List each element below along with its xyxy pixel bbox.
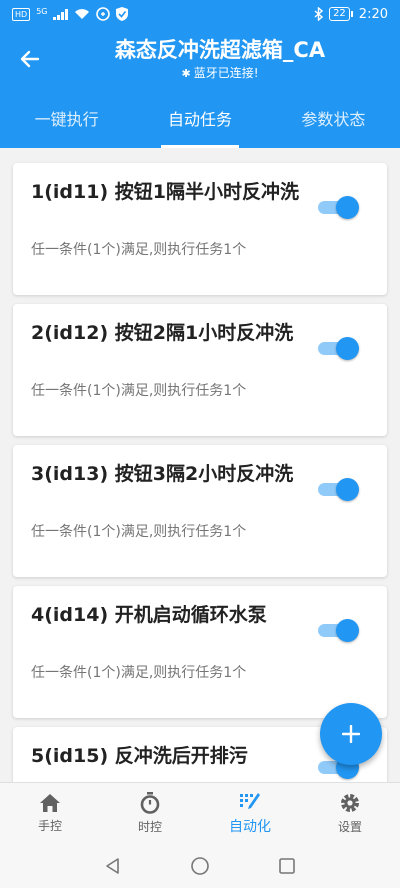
task-subtitle: 任一条件(1个)满足,则执行任务1个 [31, 524, 247, 540]
nav-label: 时控 [137, 820, 162, 834]
task-title: 2(id12) 按钮2隔1小时反冲洗 [31, 322, 294, 344]
connection-status-text: 蓝牙已连接! [193, 66, 259, 80]
tab-one-click[interactable]: 一键执行 [0, 88, 133, 148]
tab-param-status[interactable]: 参数状态 [267, 88, 400, 148]
arrow-left-icon [20, 50, 40, 68]
nav-settings[interactable]: 设置 [300, 783, 400, 844]
task-toggle[interactable] [318, 477, 359, 501]
gear-icon [341, 794, 359, 812]
nav-label: 手控 [37, 819, 62, 833]
bluetooth-icon: ✱ [181, 67, 191, 80]
task-title: 5(id15) 反冲洗后开排污 [31, 745, 248, 767]
network-label: 5G [36, 6, 48, 16]
task-title: 3(id13) 按钮3隔2小时反冲洗 [31, 463, 294, 485]
status-bar: HD 5G 22 2:20 [0, 0, 400, 28]
home-icon [40, 794, 60, 812]
battery-level: 22 [329, 7, 350, 21]
task-card[interactable]: 1(id11) 按钮1隔半小时反冲洗 任一条件(1个)满足,则执行任务1个 [13, 163, 387, 295]
shield-check-icon [116, 7, 129, 21]
connection-status: ✱ 蓝牙已连接! [60, 64, 380, 83]
plus-icon [342, 725, 360, 743]
task-subtitle: 任一条件(1个)满足,则执行任务1个 [31, 383, 247, 399]
task-subtitle: 任一条件(1个)满足,则执行任务1个 [31, 665, 247, 681]
recents-square-icon[interactable] [278, 857, 296, 875]
nav-automation[interactable]: 自动化 [200, 783, 300, 844]
add-task-button[interactable] [320, 703, 382, 765]
task-title: 1(id11) 按钮1隔半小时反冲洗 [31, 181, 299, 203]
wifi-icon [75, 9, 90, 19]
data-saver-icon [96, 7, 111, 21]
task-toggle[interactable] [318, 336, 359, 360]
battery-icon: 22 [329, 7, 353, 21]
task-card[interactable]: 2(id12) 按钮2隔1小时反冲洗 任一条件(1个)满足,则执行任务1个 [13, 304, 387, 436]
task-title: 4(id14) 开机启动循环水泵 [31, 604, 267, 626]
nav-manual[interactable]: 手控 [0, 783, 100, 844]
bluetooth-icon [314, 7, 324, 21]
signal-icon [53, 8, 69, 20]
automation-icon [240, 792, 260, 809]
task-toggle[interactable] [318, 195, 359, 219]
nav-label: 设置 [337, 820, 362, 834]
home-circle-icon[interactable] [190, 856, 210, 876]
tab-auto-tasks[interactable]: 自动任务 [133, 88, 266, 148]
back-button[interactable] [14, 44, 46, 74]
task-subtitle: 任一条件(1个)满足,则执行任务1个 [31, 242, 247, 258]
hd-badge: HD [12, 7, 31, 21]
system-nav-bar [0, 844, 400, 888]
nav-label: 自动化 [229, 818, 271, 835]
task-card[interactable]: 3(id13) 按钮3隔2小时反冲洗 任一条件(1个)满足,则执行任务1个 [13, 445, 387, 577]
task-list[interactable]: 1(id11) 按钮1隔半小时反冲洗 任一条件(1个)满足,则执行任务1个 2(… [0, 148, 400, 782]
status-time: 2:20 [358, 6, 388, 22]
page-title: 森态反冲洗超滤箱_CA [114, 38, 326, 62]
back-triangle-icon[interactable] [104, 857, 122, 875]
tab-bar: 一键执行 自动任务 参数状态 [0, 88, 400, 148]
task-card[interactable]: 4(id14) 开机启动循环水泵 任一条件(1个)满足,则执行任务1个 [13, 586, 387, 718]
stopwatch-icon [140, 792, 160, 814]
app-bar: 森态反冲洗超滤箱_CA ✱ 蓝牙已连接! [0, 28, 400, 88]
task-toggle[interactable] [318, 618, 359, 642]
bottom-nav: 手控 时控 自动化 设置 [0, 782, 400, 844]
nav-timer[interactable]: 时控 [100, 783, 200, 844]
